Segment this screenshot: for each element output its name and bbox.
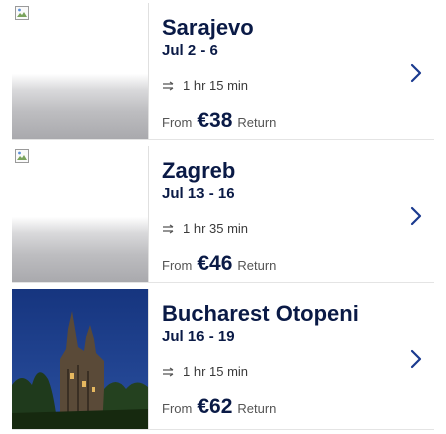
price-amount: €38 [197,109,233,132]
return-label: Return [237,115,277,130]
plane-icon [163,223,174,234]
plane-icon [163,80,174,91]
from-label: From [162,115,193,130]
broken-image-icon [15,149,29,163]
duration-text: 1 hr 35 min [183,221,249,236]
flight-duration: 1 hr 15 min [162,78,392,93]
from-label: From [162,401,193,416]
destination-thumbnail [12,3,149,139]
castle-photo [12,289,148,429]
trip-dates: Jul 2 - 6 [162,42,218,59]
price-amount: €46 [197,252,233,275]
destination-card-zagreb[interactable]: Zagreb Jul 13 - 16 1 hr 35 min From €46 … [12,146,434,283]
price-amount: €62 [197,395,233,418]
destination-info: Sarajevo Jul 2 - 6 1 hr 15 min From €38 … [162,15,392,133]
duration-text: 1 hr 15 min [183,78,249,93]
flight-duration: 1 hr 35 min [162,221,392,236]
destination-name: Bucharest Otopeni [162,301,359,326]
plane-icon [163,366,174,377]
broken-image-icon [15,6,29,20]
trip-dates: Jul 13 - 16 [162,185,235,202]
chevron-right-icon[interactable] [410,63,422,83]
from-label: From [162,258,193,273]
chevron-right-icon[interactable] [410,206,422,226]
chevron-right-icon[interactable] [410,349,422,369]
destination-thumbnail [12,146,149,282]
duration-text: 1 hr 15 min [183,364,249,379]
return-label: Return [237,401,277,416]
destination-info: Bucharest Otopeni Jul 16 - 19 1 hr 15 mi… [162,301,392,419]
destination-photo [12,289,149,429]
destination-card-bucharest[interactable]: Bucharest Otopeni Jul 16 - 19 1 hr 15 mi… [12,289,434,430]
price-row: From €46 Return [162,252,392,276]
return-label: Return [237,258,277,273]
destination-info: Zagreb Jul 13 - 16 1 hr 35 min From €46 … [162,158,392,276]
destination-name: Sarajevo [162,15,254,40]
price-row: From €38 Return [162,109,392,133]
flight-duration: 1 hr 15 min [162,364,392,379]
destination-name: Zagreb [162,158,236,183]
destination-card-sarajevo[interactable]: Sarajevo Jul 2 - 6 1 hr 15 min From €38 … [12,3,434,140]
trip-dates: Jul 16 - 19 [162,328,235,345]
destination-list: Sarajevo Jul 2 - 6 1 hr 15 min From €38 … [0,0,446,434]
price-row: From €62 Return [162,395,392,419]
